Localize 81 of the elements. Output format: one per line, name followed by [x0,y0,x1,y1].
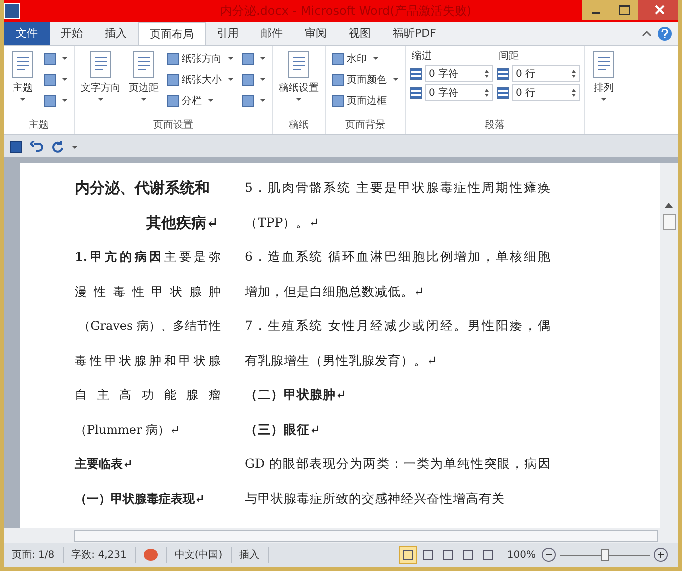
group-label: 页面设置 [154,120,194,131]
ribbon-button[interactable]: 纸张大小 [165,70,236,89]
word-count[interactable]: 字数: 4,231 [64,547,136,563]
ribbon-button[interactable]: 页面边框 [330,91,401,110]
page-icon [131,51,157,79]
text-line: （Plummer 病）↵ [75,422,182,438]
text-line: 主要临表↵ [75,456,134,473]
customize-caret-icon[interactable] [72,146,78,148]
page-icon [591,51,617,79]
page-icon [286,51,312,79]
view-button[interactable] [399,546,418,564]
ribbon-button[interactable]: 排列 [589,49,619,103]
zoom-level[interactable]: 100% [507,550,536,560]
text-line: 漫性毒性甲状腺肿 [75,284,221,300]
text-line: 5．肌肉骨骼系统 主要是甲状腺毒症性周期性瘫痪 [245,179,551,197]
text-line: 6．造血系统 循环血淋巴细胞比例增加，单核细胞 [245,248,551,266]
group-heading: 缩进 [411,50,433,63]
ribbon-tab[interactable]: 审阅 [294,22,338,45]
text-line: （Graves 病）、多结节性 [78,318,221,335]
group-label: 页面背景 [346,120,386,131]
ribbon-tab[interactable]: 邮件 [250,22,294,45]
ribbon-button[interactable]: 页边距 [127,49,161,103]
page-icon [10,51,36,79]
close-icon [655,5,665,15]
zoom-in-icon[interactable] [654,548,668,562]
group-label: 段落 [485,120,505,131]
text-line: 1.甲亢的病因主要是弥 [75,249,221,266]
ribbon-button[interactable]: 纸张方向 [165,49,236,68]
ribbon-button[interactable]: 页面颜色 [330,70,401,89]
close-button[interactable] [638,0,678,20]
ribbon-button[interactable]: 文字方向 [79,49,123,103]
zoom-out-icon[interactable] [542,548,556,562]
redo-icon[interactable] [52,141,64,153]
ribbon-tab[interactable]: 文件 [4,22,50,45]
window-title: 内分泌.docx - Microsoft Word(产品激活失败) [219,2,473,20]
spacing-icon [497,68,509,80]
text-line: （三）眼征↵ [245,420,322,438]
text-line: GD 的眼部表现分为两类：一类为单纯性突眼，病因 [245,455,551,473]
insert-mode[interactable]: 插入 [232,547,269,563]
text-line: （一）甲状腺毒症表现↵ [75,490,206,508]
text-line: （TPP）。↵ [245,214,321,232]
spacing-icon [410,86,422,98]
text-line: （二）甲状腺肿↵ [245,386,348,404]
text-line: 有乳腺增生（男性乳腺发育）。↵ [245,352,438,370]
ribbon-tab[interactable]: 视图 [338,22,382,45]
spin-field[interactable]: 0 字符 [425,84,493,101]
text-line: 自主高功能腺瘤 [75,387,221,404]
group-label: 稿纸 [289,120,309,131]
zoom-slider[interactable] [601,548,609,560]
ribbon-button[interactable]: 水印 [330,49,401,68]
ribbon-tab[interactable]: 插入 [94,22,138,45]
spin-field[interactable]: 0 行 [512,84,580,101]
group-label: 主题 [29,120,49,131]
ribbon-button[interactable]: 稿纸设置 [277,49,321,103]
undo-icon[interactable] [30,141,44,153]
help-icon[interactable] [658,26,672,40]
chevron-up-icon[interactable] [642,30,652,37]
vertical-scrollbar[interactable] [660,163,678,528]
horizontal-scrollbar[interactable] [4,528,678,543]
maximize-button[interactable] [610,0,638,20]
spin-field[interactable]: 0 字符 [425,65,493,82]
ribbon-tab[interactable]: 引用 [206,22,250,45]
minimize-button[interactable] [582,0,610,20]
ribbon-button[interactable]: 分栏 [165,91,236,110]
spin-field[interactable]: 0 行 [512,65,580,82]
text-line: 与甲状腺毒症所致的交感神经兴奋性增高有关 [245,490,506,508]
page-count[interactable]: 页面: 1/8 [4,547,64,563]
text-line: 增加，但是白细胞总数减低。↵ [245,282,426,300]
group-heading: 间距 [498,50,520,63]
ribbon-button[interactable]: 主题 [8,49,38,103]
text-line: 内分泌、代谢系统和 [75,178,211,199]
text-line: 7．生殖系统 女性月经减少或闭经。男性阳痿，偶 [245,317,551,335]
ribbon-tab[interactable]: 福昕PDF [382,22,448,45]
text-line: 其他疾病↵ [145,212,220,234]
text-line: 毒性甲状腺肿和甲状腺 [75,352,221,370]
language-label[interactable]: 中文(中国) [166,547,232,563]
ribbon-tab[interactable]: 页面布局 [138,22,206,45]
ribbon-tab[interactable]: 开始 [50,22,94,45]
spacing-icon [410,68,422,80]
spacing-icon [497,86,509,98]
page-icon [88,51,114,79]
